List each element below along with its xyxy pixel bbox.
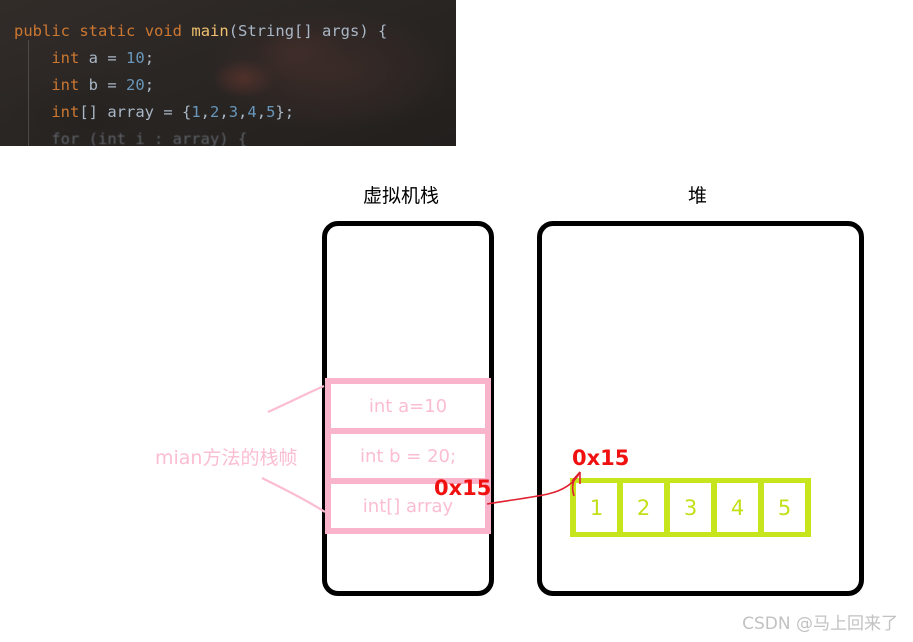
code-line: int[] array = {1,2,3,4,5}; xyxy=(51,103,295,121)
code-line: int b = 20; xyxy=(51,76,155,94)
array-cell: 3 xyxy=(670,483,711,532)
code-line: int a = 10; xyxy=(51,49,155,67)
main-method-stack-frame: int a=10 int b = 20; int[] array xyxy=(325,378,491,534)
heap-container xyxy=(537,221,864,596)
code-snippet-screenshot: public static void main(String[] args) {… xyxy=(0,0,456,146)
code-line: public static void main(String[] args) { xyxy=(14,22,388,40)
heap-object-address-label: 0x15 xyxy=(572,446,630,470)
heap-array-object: 1 2 3 4 5 xyxy=(570,478,811,537)
stack-frame-row: int b = 20; xyxy=(331,434,485,478)
array-cell: 4 xyxy=(717,483,758,532)
csdn-watermark: CSDN @马上回来了 xyxy=(742,614,898,634)
stack-frame-label: mian方法的栈帧 xyxy=(155,447,298,469)
array-cell: 1 xyxy=(576,483,617,532)
stack-frame-row: int a=10 xyxy=(331,384,485,428)
array-cell: 5 xyxy=(764,483,805,532)
stack-section-title: 虚拟机栈 xyxy=(363,185,440,207)
heap-section-title: 堆 xyxy=(688,185,708,207)
array-cell: 2 xyxy=(623,483,664,532)
code-line-clipped: for (int i : array) { xyxy=(14,130,248,146)
stack-reference-address-label: 0x15 xyxy=(434,476,492,500)
